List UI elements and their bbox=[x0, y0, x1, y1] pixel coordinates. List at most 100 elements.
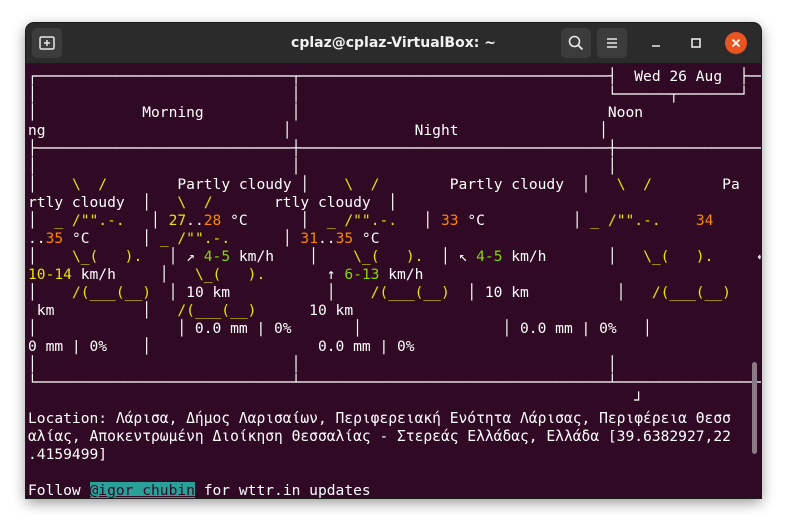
terminal-text: │ │ └──────┬───────┘ bbox=[28, 86, 749, 103]
terminal-text: /(___(__) bbox=[159, 302, 257, 319]
search-icon bbox=[568, 35, 584, 51]
terminal-text: αλίας, Αποκεντρωμένη Διοίκηση Θεσσαλίας … bbox=[28, 428, 731, 445]
terminal-text: \ / bbox=[616, 176, 652, 193]
terminal-text: │ bbox=[124, 212, 169, 229]
terminal-text: \ / bbox=[71, 176, 108, 193]
terminal-text: ng │ Night │ bbox=[28, 122, 608, 139]
terminal-line: │ │ 0.0 mm | 0% │ │ 0.0 mm | 0% │ 0. bbox=[28, 320, 761, 338]
terminal-line: Location: Λάρισα, Δήμος Λαρισαίων, Περιφ… bbox=[28, 410, 731, 428]
terminal-line: αλίας, Αποκεντρωμένη Διοίκηση Θεσσαλίας … bbox=[28, 428, 731, 446]
terminal-line: rtly cloudy │ \ / rtly cloudy │ bbox=[28, 194, 397, 212]
terminal-line: │ \_( ). │ ↗ 4-5 km/h │ \_( ). │ ↖ 4-5 k… bbox=[28, 248, 761, 266]
terminal-text: │ bbox=[28, 176, 72, 193]
terminal-text: km/h bbox=[379, 266, 424, 283]
terminal-text: for wttr.in updates bbox=[194, 482, 371, 498]
terminal-text: \_( ). bbox=[177, 266, 266, 283]
terminal-text: 35 bbox=[335, 230, 354, 247]
terminal-text: °C │ bbox=[221, 212, 327, 229]
terminal-text: _ /"".-. bbox=[590, 212, 661, 229]
terminal-text: \_( ). bbox=[71, 248, 143, 265]
terminal-text: _ /"".-. bbox=[54, 212, 125, 229]
terminal-line: │ \ / Partly cloudy │ \ / Partly cloudy … bbox=[28, 176, 740, 194]
terminal-text: │ │ │ bbox=[28, 356, 617, 373]
title-bar[interactable]: cplaz@cplaz-VirtualBox: ~ bbox=[26, 23, 761, 64]
terminal-text: .. bbox=[317, 230, 336, 247]
close-icon bbox=[731, 38, 741, 48]
terminal-text: \ / bbox=[344, 176, 380, 193]
terminal-line: │ /(___(__) │ 10 km │ /(___(__) │ 10 km … bbox=[28, 284, 761, 302]
terminal-text: .4159499] bbox=[28, 446, 108, 463]
terminal-text: 31 bbox=[300, 230, 318, 247]
terminal-text: 10-14 bbox=[28, 266, 72, 283]
terminal-text: └─────────────────────────────┴─────────… bbox=[28, 374, 761, 391]
menu-button[interactable] bbox=[597, 28, 627, 58]
terminal-text: 4-5 bbox=[203, 248, 231, 265]
terminal-text: 34 bbox=[695, 212, 714, 229]
terminal-text: /(___(__) bbox=[370, 284, 450, 301]
hamburger-menu-icon bbox=[607, 38, 617, 48]
terminal-text: \_( ). bbox=[353, 248, 424, 265]
terminal-text: \ / bbox=[159, 194, 213, 211]
terminal-text: km │ bbox=[28, 302, 160, 319]
close-button[interactable] bbox=[725, 32, 747, 54]
scrollbar[interactable] bbox=[752, 362, 757, 454]
terminal-text: .. bbox=[186, 212, 204, 229]
terminal-line: │ │ │ bbox=[28, 356, 617, 374]
terminal-text: \_( ). bbox=[643, 248, 714, 265]
terminal-text: 4-5 bbox=[476, 248, 503, 265]
terminal-text: Pa bbox=[651, 176, 740, 193]
terminal-window: cplaz@cplaz-VirtualBox: ~ ┌─────────────… bbox=[26, 23, 761, 498]
terminal-text: km/h │ bbox=[502, 248, 644, 265]
terminal-text: │ bbox=[28, 212, 55, 229]
terminal-text: │ bbox=[397, 212, 441, 229]
terminal-line: 0 mm | 0% │ 0.0 mm | 0% bbox=[28, 338, 415, 356]
terminal-text: │ bbox=[28, 248, 72, 265]
terminal-text: 33 bbox=[441, 212, 459, 229]
terminal-text: │ 10 km │ bbox=[151, 284, 371, 301]
terminal-text: │ bbox=[28, 284, 72, 301]
terminal-line: 10-14 km/h │ \_( ). ↑ 6-13 km/h bbox=[28, 266, 423, 284]
terminal-text: │ Morning │ Noon Eveni bbox=[28, 104, 644, 121]
terminal-line: │ │ │ bbox=[28, 158, 617, 176]
terminal-text: °C │ bbox=[63, 230, 160, 247]
terminal-line: ┌─────────────────────────────┬─────────… bbox=[28, 68, 761, 86]
terminal-output[interactable]: ┌─────────────────────────────┬─────────… bbox=[26, 64, 761, 498]
terminal-text: Partly cloudy │ bbox=[107, 176, 345, 193]
terminal-text: km/h │ bbox=[71, 266, 178, 283]
terminal-text: │ 10 km │ bbox=[449, 284, 652, 301]
terminal-line: ┘ bbox=[28, 392, 643, 410]
terminal-text: │ │ 0.0 mm | 0% │ │ 0.0 mm | 0% │ 0. bbox=[28, 320, 761, 337]
terminal-text: Follow bbox=[28, 482, 90, 498]
terminal-line: km │ /(___(__) 10 km bbox=[28, 302, 353, 320]
terminal-text: rtly cloudy │ bbox=[212, 194, 398, 211]
twitter-handle-link[interactable]: @igor_chubin bbox=[89, 482, 195, 498]
terminal-text: _ /"".-. bbox=[326, 212, 398, 229]
terminal-text: │ │ │ bbox=[28, 158, 617, 175]
maximize-icon[interactable] bbox=[686, 33, 706, 53]
terminal-line: .4159499] bbox=[28, 446, 107, 464]
terminal-text: .. bbox=[28, 230, 46, 247]
terminal-text: /(___(__) bbox=[71, 284, 152, 301]
terminal-text: km/h │ bbox=[230, 248, 354, 265]
terminal-line: ng │ Night │ bbox=[28, 122, 608, 140]
terminal-text: °C │ bbox=[458, 212, 591, 229]
terminal-line: │ Morning │ Noon Eveni bbox=[28, 104, 761, 122]
terminal-text: ↑ bbox=[265, 266, 345, 283]
terminal-text: _ /"".-. bbox=[159, 230, 231, 247]
terminal-line: ├─────────────────────────────┼─────────… bbox=[28, 140, 761, 158]
terminal-text: rtly cloudy │ bbox=[28, 194, 160, 211]
terminal-text: °C bbox=[353, 230, 380, 247]
terminal-text: 10 bbox=[731, 284, 761, 301]
terminal-text: ← bbox=[713, 248, 761, 265]
terminal-text: │ ↖ bbox=[423, 248, 477, 265]
terminal-text: ├─────────────────────────────┼─────────… bbox=[28, 140, 761, 157]
terminal-line: │ _ /"".-. │ 27..28 °C │ _ /"".-. │ 33 °… bbox=[28, 212, 713, 230]
terminal-text: 27 bbox=[168, 212, 187, 229]
terminal-line: └─────────────────────────────┴─────────… bbox=[28, 374, 761, 392]
search-button[interactable] bbox=[561, 28, 591, 58]
terminal-text: 35 bbox=[45, 230, 64, 247]
terminal-text: │ bbox=[230, 230, 301, 247]
minimize-icon[interactable] bbox=[646, 33, 666, 53]
terminal-text: 10 km bbox=[256, 302, 354, 319]
